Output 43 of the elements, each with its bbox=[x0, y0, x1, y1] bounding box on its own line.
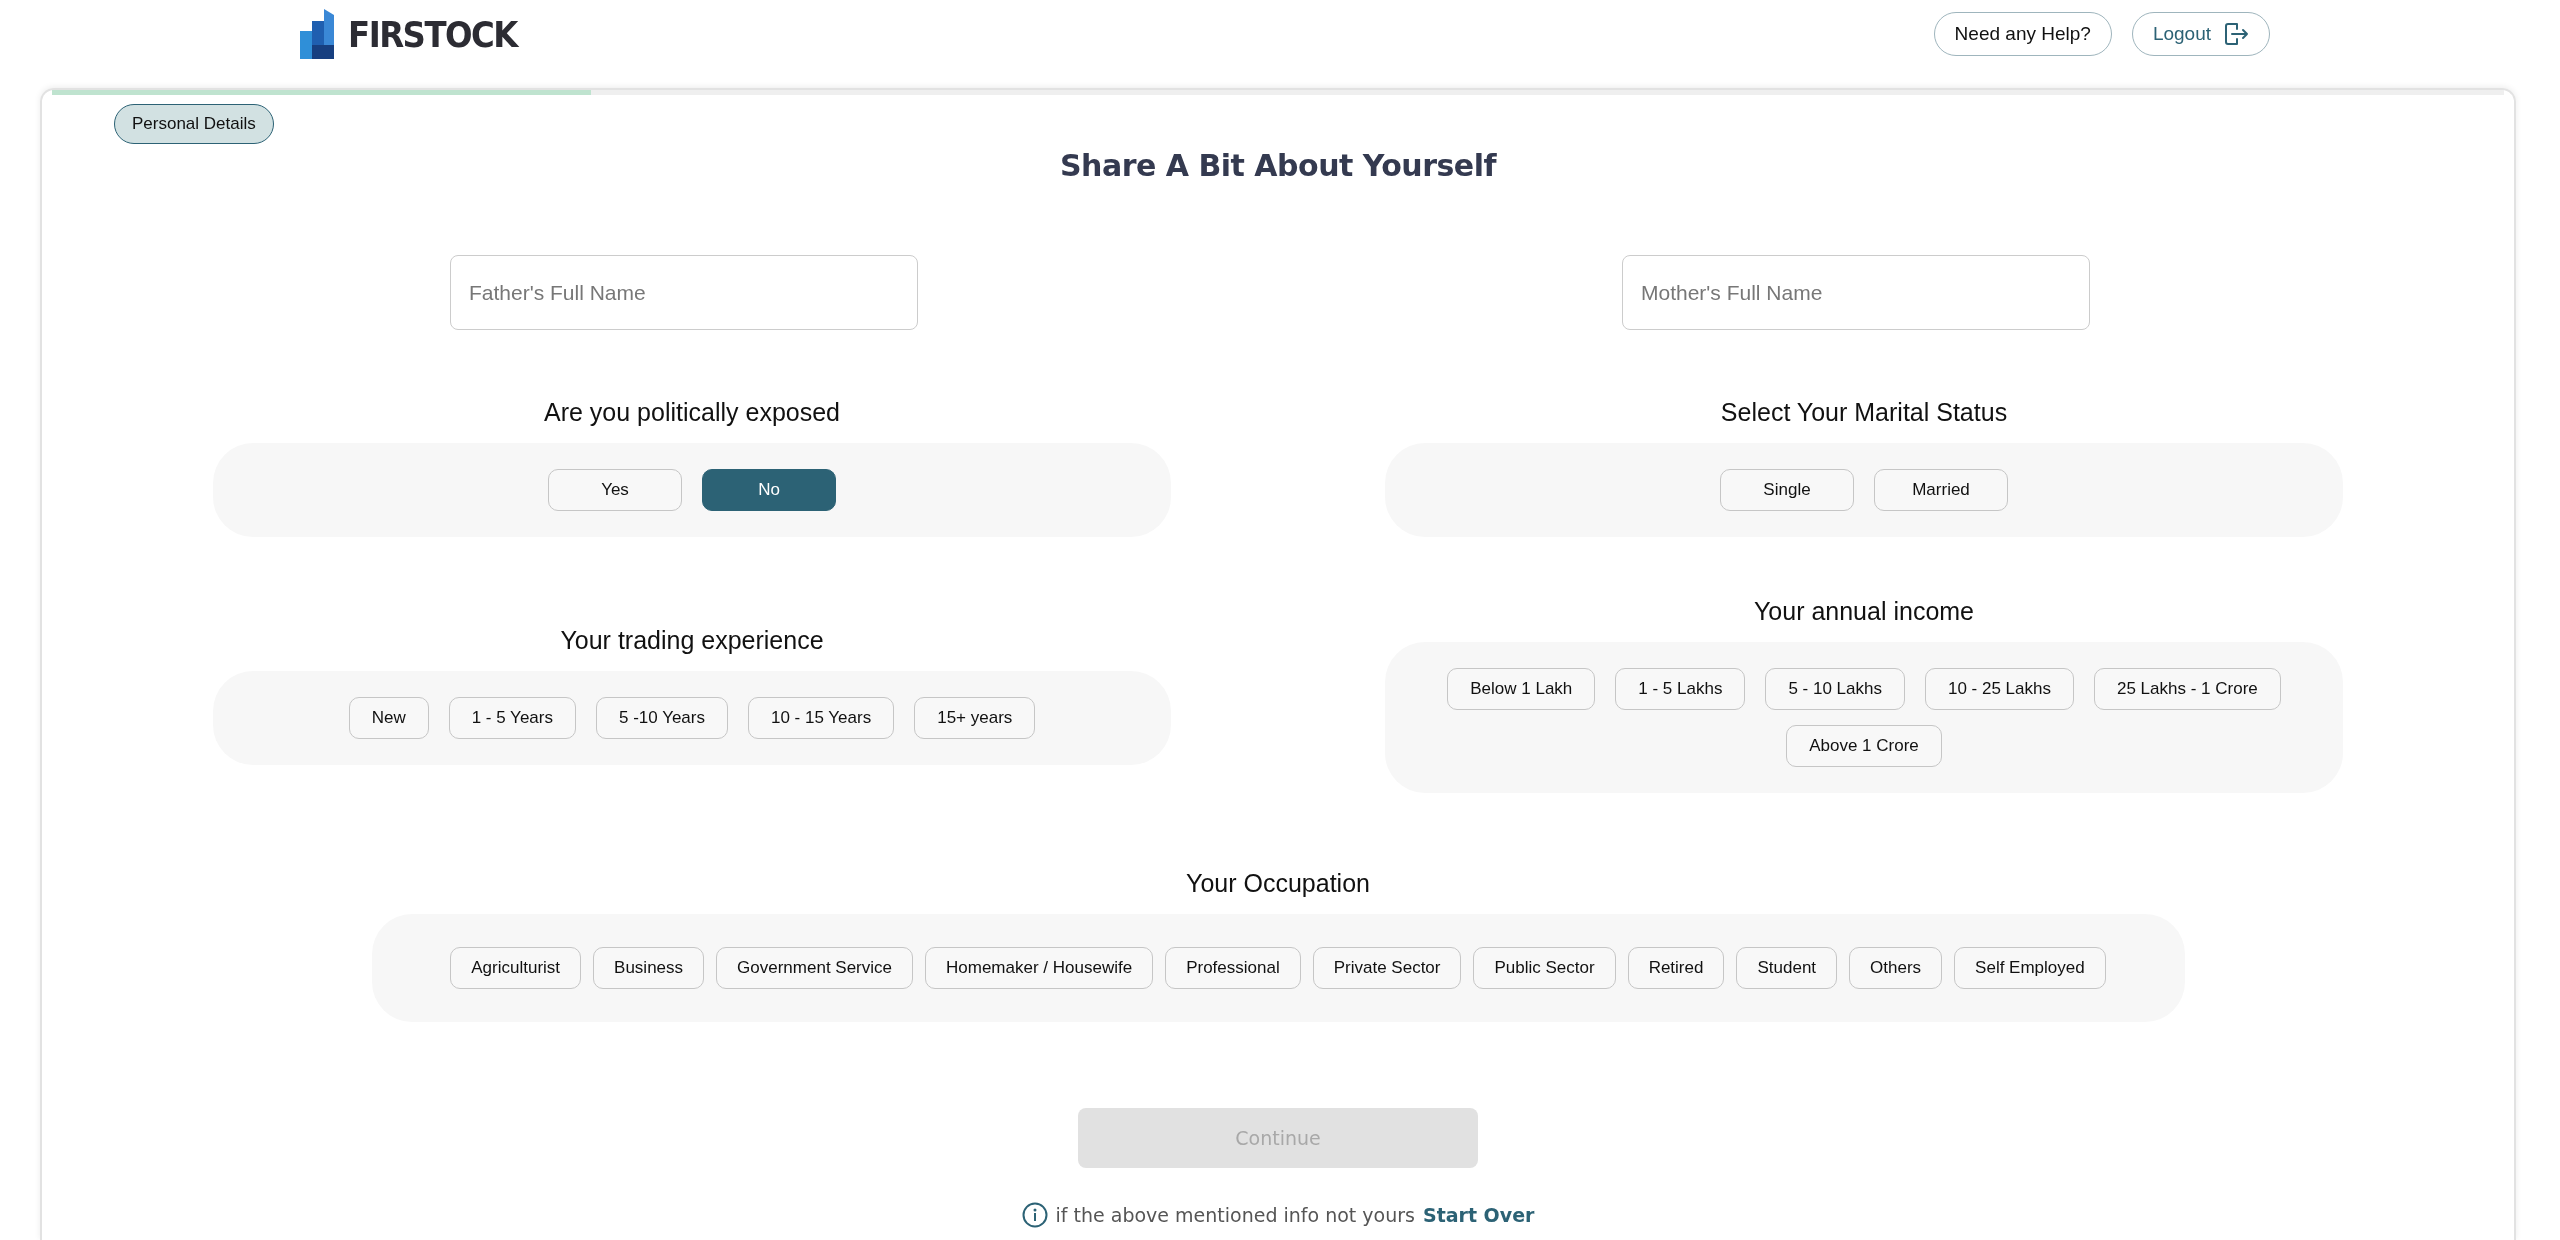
logo-text: FIRSTOCK bbox=[348, 13, 517, 55]
option-chip[interactable]: Below 1 Lakh bbox=[1447, 668, 1596, 710]
option-chip[interactable]: Married bbox=[1874, 469, 2008, 511]
option-chip[interactable]: No bbox=[702, 469, 836, 511]
option-chip[interactable]: Student bbox=[1736, 947, 1838, 989]
option-chip[interactable]: 5 - 10 Lakhs bbox=[1765, 668, 1905, 710]
option-chip[interactable]: Agriculturist bbox=[450, 947, 582, 989]
question-label: Are you politically exposed bbox=[544, 398, 840, 427]
option-chip[interactable]: 1 - 5 Lakhs bbox=[1615, 668, 1746, 710]
option-chip[interactable]: Above 1 Crore bbox=[1786, 725, 1942, 767]
logout-icon bbox=[2223, 21, 2249, 47]
question-label: Your annual income bbox=[1753, 597, 1975, 626]
question-label: Your Occupation bbox=[1186, 869, 1370, 898]
option-chip[interactable]: Retired bbox=[1627, 947, 1725, 989]
help-button[interactable]: Need any Help? bbox=[1933, 12, 2112, 56]
option-chip[interactable]: 1 - 5 Years bbox=[448, 696, 576, 739]
option-chip[interactable]: Government Service bbox=[716, 947, 913, 989]
logout-button[interactable]: Logout bbox=[2131, 12, 2270, 56]
option-chip[interactable]: 10 - 15 Years bbox=[748, 696, 895, 739]
option-chip[interactable]: Private Sector bbox=[1312, 947, 1462, 989]
option-chip[interactable]: New bbox=[348, 696, 429, 739]
option-chip[interactable]: Homemaker / Housewife bbox=[925, 947, 1154, 989]
name-input-field[interactable]: Mother's Full Name bbox=[1622, 255, 2090, 330]
name-input-field[interactable]: Father's Full Name bbox=[450, 255, 918, 330]
option-chip[interactable]: Single bbox=[1720, 469, 1854, 511]
info-text: if the above mentioned info not yours bbox=[1055, 1204, 1415, 1226]
option-chip[interactable]: 25 Lakhs - 1 Crore bbox=[2094, 668, 2281, 710]
option-chip[interactable]: Professional bbox=[1165, 947, 1301, 989]
option-chip[interactable]: 10 - 25 Lakhs bbox=[1924, 668, 2074, 710]
option-chip[interactable]: Public Sector bbox=[1473, 947, 1616, 989]
option-chip[interactable]: Yes bbox=[548, 469, 682, 511]
start-over-link[interactable]: Start Over bbox=[1422, 1204, 1535, 1226]
option-chip[interactable]: 15+ years bbox=[914, 696, 1036, 739]
question-label: Your trading experience bbox=[560, 625, 824, 655]
option-chip[interactable]: Self Employed bbox=[1954, 947, 2106, 989]
info-icon bbox=[1021, 1202, 1048, 1228]
page-title: Share A Bit About Yourself bbox=[1059, 148, 1497, 183]
option-chip[interactable]: Others bbox=[1849, 947, 1943, 989]
logo-icon bbox=[300, 9, 334, 59]
option-chip[interactable]: 5 -10 Years bbox=[595, 696, 728, 739]
question-label: Select Your Marital Status bbox=[1720, 398, 2008, 427]
option-chip[interactable]: Business bbox=[593, 947, 705, 989]
step-badge: Personal Details bbox=[114, 104, 274, 144]
